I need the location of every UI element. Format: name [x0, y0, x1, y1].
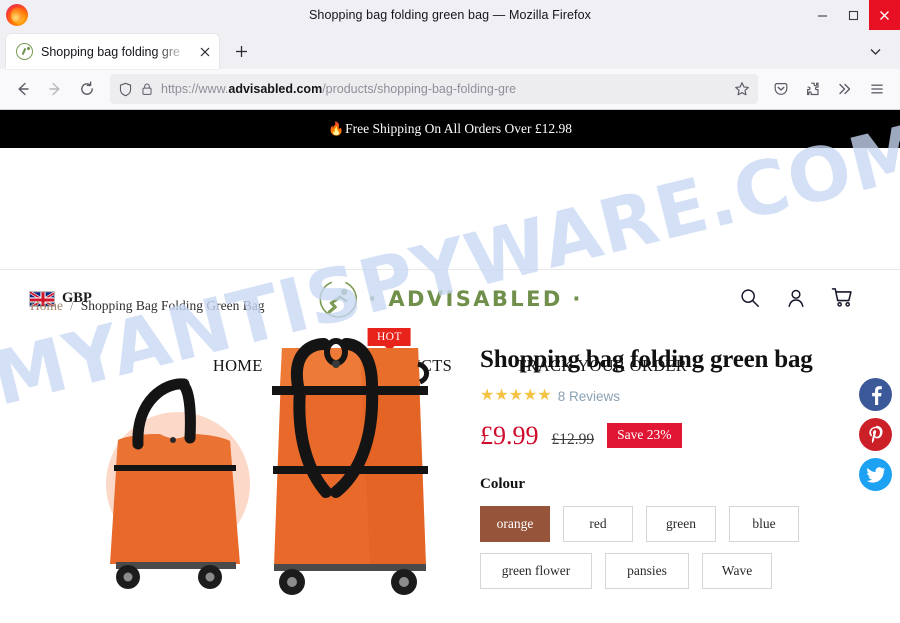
new-tab-button[interactable] [226, 36, 256, 66]
firefox-logo-icon [6, 4, 28, 26]
flame-icon: 🔥 [327, 121, 345, 136]
colour-swatch-green-flower[interactable]: green flower [480, 553, 592, 589]
product-main: Shopping bag folding green bag ★★★★★ 8 R… [0, 314, 900, 598]
breadcrumb-home-link[interactable]: Home [30, 298, 63, 313]
product-title: Shopping bag folding green bag [480, 346, 813, 373]
close-tab-icon[interactable] [196, 43, 213, 60]
colour-swatch-red[interactable]: red [563, 506, 633, 542]
shield-tracking-protection-icon[interactable] [118, 82, 133, 97]
back-button-arrow-left-icon[interactable] [8, 74, 38, 104]
twitter-share-icon[interactable] [859, 458, 892, 491]
overflow-chevrons-right-icon[interactable] [830, 74, 860, 104]
product-pricing: £9.99 £12.99 Save 23% [480, 421, 870, 451]
review-count-link[interactable]: 8 Reviews [558, 389, 620, 404]
pinterest-share-icon[interactable] [859, 418, 892, 451]
browser-window: Shopping bag folding green bag — Mozilla… [0, 0, 900, 623]
address-bar[interactable]: https://www.advisabled.com/products/shop… [110, 74, 758, 104]
reload-button-refresh-icon[interactable] [72, 74, 102, 104]
social-share-rail [859, 378, 892, 491]
colour-swatch-wave[interactable]: Wave [702, 553, 772, 589]
page-viewport: 🔥 Free Shipping On All Orders Over £12.9… [0, 110, 900, 622]
url-domain: advisabled.com [228, 82, 323, 96]
discount-badge: Save 23% [607, 422, 682, 448]
colour-swatch-green[interactable]: green [646, 506, 716, 542]
url-path: /products/shopping-bag-folding-gre [322, 82, 517, 96]
list-all-tabs-chevron-down-icon[interactable] [860, 36, 890, 66]
extensions-puzzle-icon[interactable] [798, 74, 828, 104]
colour-swatch-group: orange red green blue green flower pansi… [480, 506, 840, 589]
forward-button-arrow-right-icon[interactable] [40, 74, 70, 104]
maximize-button[interactable] [838, 0, 869, 30]
breadcrumb: Home / Shopping Bag Folding Green Bag [0, 270, 900, 314]
window-title-bar: Shopping bag folding green bag — Mozilla… [0, 0, 900, 30]
colour-swatch-blue[interactable]: blue [729, 506, 799, 542]
padlock-secure-icon[interactable] [140, 82, 154, 96]
application-menu-hamburger-icon[interactable] [862, 74, 892, 104]
page-content: Home / Shopping Bag Folding Green Bag Sh… [0, 270, 900, 598]
free-shipping-promo-bar: 🔥 Free Shipping On All Orders Over £12.9… [0, 110, 900, 148]
tab-strip: Shopping bag folding gre [0, 30, 900, 69]
product-image-shopping-bags[interactable] [60, 334, 460, 598]
browser-toolbar: https://www.advisabled.com/products/shop… [0, 69, 900, 110]
url-scheme: https://www. [161, 82, 229, 96]
url-text[interactable]: https://www.advisabled.com/products/shop… [161, 82, 727, 96]
tab-favicon-icon [16, 43, 33, 60]
star-rating-icon: ★★★★★ [480, 387, 552, 404]
product-details: Shopping bag folding green bag ★★★★★ 8 R… [470, 328, 870, 598]
product-rating[interactable]: ★★★★★ 8 Reviews [480, 388, 870, 404]
original-price: £12.99 [551, 431, 595, 448]
save-to-pocket-icon[interactable] [766, 74, 796, 104]
colour-swatch-orange[interactable]: orange [480, 506, 550, 542]
minimize-button[interactable] [807, 0, 838, 30]
facebook-share-icon[interactable] [859, 378, 892, 411]
colour-swatch-pansies[interactable]: pansies [605, 553, 689, 589]
window-title: Shopping bag folding green bag — Mozilla… [308, 8, 592, 22]
site-header [0, 148, 900, 270]
colour-option-label: Colour [480, 476, 525, 492]
breadcrumb-current: Shopping Bag Folding Green Bag [80, 298, 265, 313]
close-window-button[interactable] [869, 0, 900, 30]
window-controls [807, 0, 900, 30]
bookmark-star-icon[interactable] [734, 81, 750, 97]
product-gallery [0, 328, 470, 598]
current-price: £9.99 [480, 421, 539, 450]
browser-tab[interactable]: Shopping bag folding gre [6, 34, 219, 69]
tab-title: Shopping bag folding gre [41, 44, 181, 59]
promo-text: Free Shipping On All Orders Over £12.98 [345, 121, 573, 136]
breadcrumb-separator: / [70, 298, 74, 313]
